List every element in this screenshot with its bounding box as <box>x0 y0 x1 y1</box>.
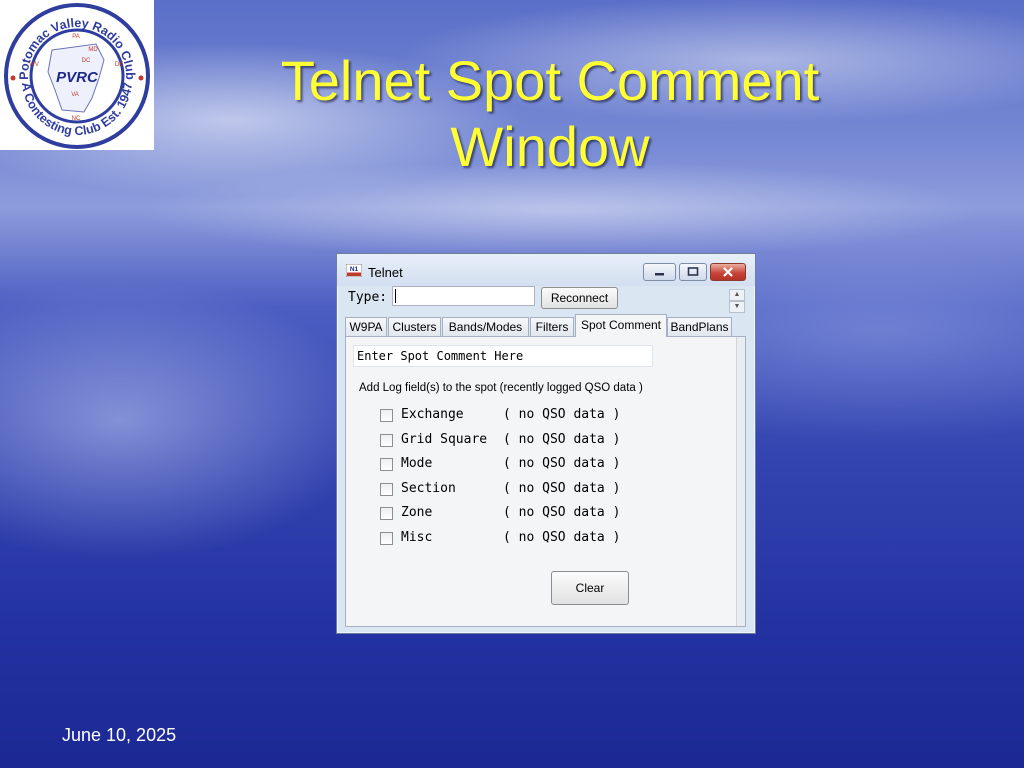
field-value: ( no QSO data ) <box>503 481 621 496</box>
svg-text:PA: PA <box>72 34 80 40</box>
scroll-down-arrow-icon[interactable]: ▼ <box>729 301 745 313</box>
tab-spot-comment[interactable]: Spot Comment <box>575 314 667 337</box>
slide-title-line-1: Telnet Spot Comment <box>280 49 820 112</box>
field-label: Section <box>401 481 456 496</box>
log-fields-hint: Add Log field(s) to the spot (recently l… <box>359 382 643 394</box>
svg-text:DE: DE <box>115 62 123 68</box>
text-caret <box>395 289 396 303</box>
minimize-button[interactable] <box>643 263 676 281</box>
svg-text:MD: MD <box>88 47 98 53</box>
field-value: ( no QSO data ) <box>503 407 621 422</box>
footer-date: June 10, 2025 <box>62 725 177 745</box>
field-value: ( no QSO data ) <box>503 530 621 545</box>
slide-title-line-2: Window <box>450 115 650 178</box>
n1mm-app-icon: N1 <box>345 263 363 278</box>
panel-scrollbar[interactable] <box>736 337 745 626</box>
svg-text:VA: VA <box>71 92 79 98</box>
svg-text:DC: DC <box>82 58 91 64</box>
exchange-checkbox[interactable] <box>380 409 393 422</box>
tab-clusters[interactable]: Clusters <box>388 317 441 336</box>
tab-filters[interactable]: Filters <box>530 317 574 336</box>
tab-w9pa[interactable]: W9PA <box>345 317 387 336</box>
close-button[interactable] <box>710 263 746 281</box>
mode-checkbox[interactable] <box>380 458 393 471</box>
misc-checkbox[interactable] <box>380 532 393 545</box>
telnet-window: N1 Telnet Type: Reconnect ▲ ▼ W9PA Clust… <box>336 253 756 634</box>
field-value: ( no QSO data ) <box>503 505 621 520</box>
type-label: Type: <box>348 290 388 305</box>
spot-comment-panel: Enter Spot Comment Here Add Log field(s)… <box>345 336 746 627</box>
reconnect-button[interactable]: Reconnect <box>541 287 618 309</box>
clear-button[interactable]: Clear <box>551 571 629 605</box>
grid-square-checkbox[interactable] <box>380 434 393 447</box>
field-value: ( no QSO data ) <box>503 456 621 471</box>
slide-title: Telnet Spot Comment Window <box>200 48 900 180</box>
type-input[interactable] <box>392 286 535 306</box>
field-value: ( no QSO data ) <box>503 432 621 447</box>
field-label: Mode <box>401 456 433 471</box>
pvrc-logo: Potomac Valley Radio Club A Contesting C… <box>0 0 154 150</box>
spot-comment-input[interactable]: Enter Spot Comment Here <box>353 345 653 367</box>
maximize-button[interactable] <box>679 263 707 281</box>
scroll-up-arrow-icon[interactable]: ▲ <box>729 289 745 301</box>
field-label: Zone <box>401 505 433 520</box>
section-checkbox[interactable] <box>380 483 393 496</box>
close-icon <box>723 267 733 277</box>
tab-bandplans[interactable]: BandPlans <box>667 317 732 336</box>
field-label: Grid Square <box>401 432 488 447</box>
window-titlebar[interactable]: N1 Telnet <box>337 254 755 286</box>
zone-checkbox[interactable] <box>380 507 393 520</box>
logo-center-text: PVRC <box>56 69 99 86</box>
svg-text:WV: WV <box>29 62 39 68</box>
type-scrollbar[interactable]: ▲ ▼ <box>729 289 745 313</box>
field-label: Exchange <box>401 407 464 422</box>
svg-text:N1: N1 <box>350 266 359 273</box>
field-label: Misc <box>401 530 433 545</box>
window-title: Telnet <box>368 265 403 280</box>
svg-text:NC: NC <box>72 116 81 122</box>
tab-bands-modes[interactable]: Bands/Modes <box>442 317 529 336</box>
